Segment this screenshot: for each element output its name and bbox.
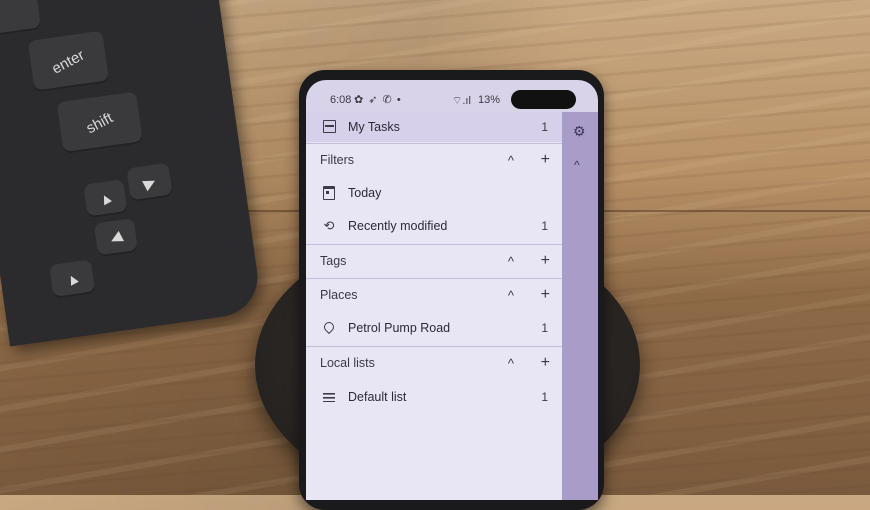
history-icon: ⟲	[323, 218, 335, 233]
section-title: Filters	[320, 153, 355, 167]
drawer-item-label: Today	[348, 186, 382, 200]
section-header-tags: Tags ^ +	[306, 246, 562, 276]
drawer-item-count: 1	[541, 321, 548, 335]
front-camera-cutout	[511, 90, 576, 109]
notification-icons: ✿ ➶ ✆ •	[354, 94, 402, 106]
background-app-strip: ⚙ ^	[562, 112, 598, 500]
collapse-places-button[interactable]: ^	[508, 288, 514, 303]
signal-wifi-icon: ⌔.ıl	[452, 95, 471, 107]
drawer-item-today[interactable]: Today	[306, 178, 562, 208]
section-header-local-lists: Local lists ^ +	[306, 348, 562, 378]
list-icon	[322, 390, 336, 405]
settings-gear-icon[interactable]: ⚙	[573, 123, 586, 140]
status-time: 6:08	[330, 94, 352, 106]
divider	[306, 346, 562, 347]
shift-key-label: shift	[83, 108, 116, 137]
section-title: Local lists	[320, 356, 375, 370]
divider	[306, 244, 562, 245]
task-list-icon	[322, 119, 336, 135]
chevron-up-icon[interactable]: ^	[574, 158, 580, 172]
section-header-places: Places ^ +	[306, 280, 562, 310]
drawer-item-count: 1	[541, 390, 548, 404]
drawer-item-petrol-pump-road[interactable]: Petrol Pump Road 1	[306, 313, 562, 343]
add-list-button[interactable]: +	[541, 354, 550, 372]
arrow-right-key: ▶	[126, 162, 173, 203]
drawer-item-count: 1	[541, 219, 548, 233]
section-header-filters: Filters ^ +	[306, 145, 562, 175]
add-tag-button[interactable]: +	[541, 252, 550, 270]
arrow-left-key: ◀	[93, 218, 139, 258]
add-place-button[interactable]: +	[541, 286, 550, 304]
drawer-item-default-list[interactable]: Default list 1	[306, 382, 562, 412]
drawer-item-label: My Tasks	[348, 120, 400, 134]
enter-key: enter	[27, 30, 110, 93]
section-title: Places	[320, 288, 358, 302]
section-title: Tags	[320, 254, 347, 268]
drawer-item-recently-modified[interactable]: ⟲ Recently modified 1	[306, 211, 562, 241]
arrow-down-key: ▲	[49, 259, 96, 299]
arrow-up-key: ▲	[83, 179, 128, 219]
collapse-local-lists-button[interactable]: ^	[508, 356, 514, 371]
drawer-item-count: 1	[541, 120, 548, 134]
add-filter-button[interactable]: +	[541, 151, 550, 169]
collapse-tags-button[interactable]: ^	[508, 254, 514, 269]
navigation-drawer: My Tasks 1 Filters ^ + Today ⟲ Recently …	[306, 112, 562, 500]
drawer-item-label: Recently modified	[348, 219, 448, 233]
keyboard: enter shift ▲ ▶ ◀ ▲	[0, 0, 263, 347]
location-pin-icon	[321, 319, 337, 336]
shift-key: shift	[56, 91, 144, 155]
collapse-filters-button[interactable]: ^	[508, 153, 514, 168]
divider	[306, 143, 562, 144]
phone-screen: 6:08 ✿ ➶ ✆ • ⌔.ıl 13% My Tasks 1 Filters…	[306, 80, 598, 500]
battery-level: 13%	[478, 94, 501, 106]
drawer-item-my-tasks[interactable]: My Tasks 1	[306, 112, 562, 142]
status-bar: 6:08 ✿ ➶ ✆ • ⌔.ıl 13%	[306, 80, 598, 114]
keyboard-key	[0, 0, 42, 37]
divider	[306, 278, 562, 279]
drawer-item-label: Default list	[348, 390, 407, 404]
calendar-icon	[322, 185, 336, 202]
drawer-item-label: Petrol Pump Road	[348, 321, 451, 335]
enter-key-label: enter	[49, 46, 88, 78]
